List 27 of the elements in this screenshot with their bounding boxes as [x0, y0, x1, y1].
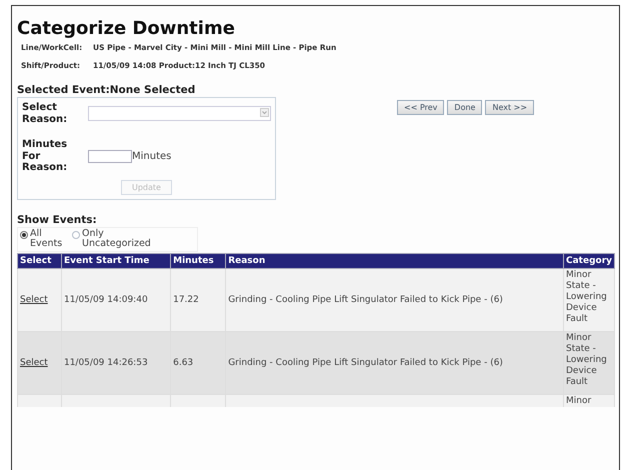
table-cell: 11/05/09 14:26:53 [64, 358, 148, 368]
table-cell: 11/05/09 14:09:40 [64, 295, 148, 306]
table-cell: Minor State - Lowering Device Fault [566, 270, 607, 324]
radio-label[interactable]: All Events [30, 228, 60, 250]
table-cell: Grinding - Cooling Pipe Lift Singulator Failed to Kick Pipe - (6) [228, 295, 503, 306]
table-cell: Minor State - Lowering Device Fault [566, 333, 607, 387]
table-cell: Grinding - Cooling Pipe Lift Singulator Failed to Kick Pipe - (6) [228, 358, 503, 368]
table-cell: 6.63 [173, 358, 194, 368]
nav-button[interactable]: << Prev [397, 100, 444, 115]
column-header: Minutes [170, 254, 226, 269]
radio-label[interactable]: Only Uncategorized [82, 228, 162, 250]
section-heading: Selected Event:None Selected [17, 84, 196, 96]
page-title: Categorize Downtime [17, 18, 236, 39]
field-label: Select Reason: [22, 102, 68, 125]
select-link[interactable]: Select [20, 295, 48, 306]
column-header: Category [563, 254, 614, 269]
table-cell: Minor [566, 396, 592, 406]
select-link[interactable]: Select [20, 358, 48, 368]
column-header: Reason [226, 254, 564, 269]
nav-button[interactable]: Next >> [485, 100, 534, 115]
table-cell: 17.22 [173, 295, 199, 306]
field-label: Minutes For Reason: [22, 139, 68, 174]
column-header: Select [18, 254, 62, 269]
nav-button[interactable]: Done [447, 100, 482, 115]
column-header: Event Start Time [61, 254, 171, 269]
unit-label: Minutes [132, 150, 172, 162]
section-heading: Show Events: [17, 214, 98, 226]
